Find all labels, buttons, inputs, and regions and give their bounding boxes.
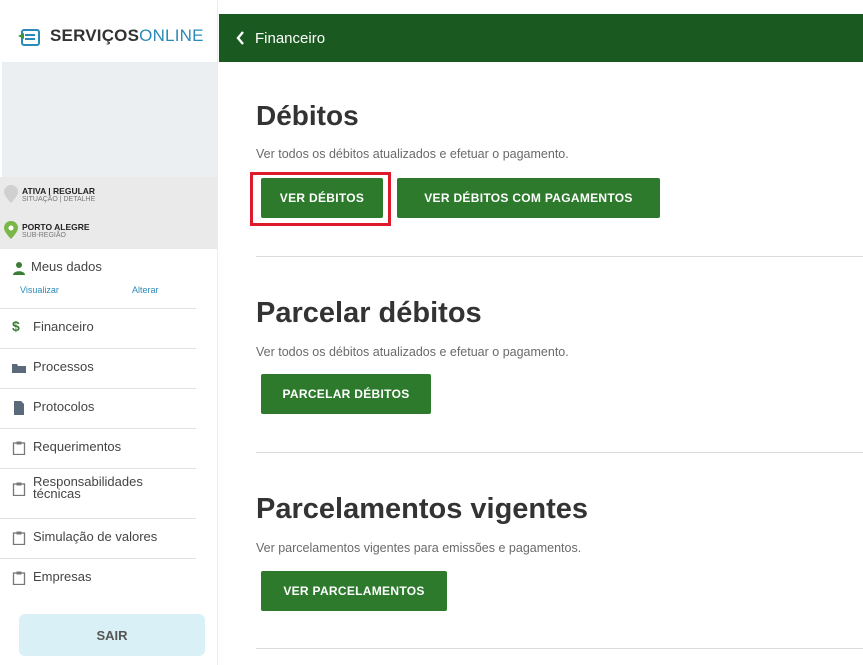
clipboard-icon [12,531,26,545]
section-title-debitos: Débitos [256,100,359,131]
status-row-regiao: PORTO ALEGRE SUB-REGIÃO [0,213,217,247]
section-desc-parcelar: Ver todos os débitos atualizados e efetu… [256,345,569,359]
section-title-parcelar: Parcelar débitos [256,297,482,329]
sidebar-item-label: Simulação de valores [33,529,158,544]
sidebar-item-label: Financeiro [33,319,94,334]
status-block: ATIVA | REGULAR SITUAÇÃO | DETALHE PORTO… [0,177,217,249]
divider [256,648,863,649]
sidebar-item-financeiro[interactable]: $ Financeiro [0,308,196,349]
clipboard-icon [12,441,26,455]
location-pin-icon [4,185,18,203]
dollar-icon: $ [12,318,20,334]
status-row-situacao: ATIVA | REGULAR SITUAÇÃO | DETALHE [0,177,217,211]
sidebar-item-empresas[interactable]: Empresas [0,558,196,598]
section-desc-parcelamentos: Ver parcelamentos vigentes para emissões… [256,541,582,555]
ver-parcelamentos-button[interactable]: VER PARCELAMENTOS [261,571,447,611]
clipboard-icon [12,571,26,585]
sidebar-item-label: Processos [33,359,94,374]
logo-icon [18,29,40,46]
highlight-box [250,172,391,226]
location-pin-icon [4,221,18,239]
sidebar-item-label: Meus dados [31,259,102,274]
sidebar-item-requerimentos[interactable]: Requerimentos [0,428,196,469]
logo-text: SERVIÇOSONLINE [50,26,204,45]
alterar-link[interactable]: Alterar [132,285,159,295]
sidebar-item-simulacao[interactable]: Simulação de valores [0,518,196,559]
parcelar-debitos-button[interactable]: PARCELAR DÉBITOS [261,374,431,414]
sidebar-item-protocolos[interactable]: Protocolos [0,388,196,429]
section-desc-debitos: Ver todos os débitos atualizados e efetu… [256,147,569,161]
logo[interactable]: SERVIÇOSONLINE [0,14,217,62]
region-sub: SUB-REGIÃO [22,232,66,239]
document-icon [14,401,24,415]
sidebar-item-label: Protocolos [33,399,95,414]
logout-button[interactable]: SAIR [19,614,205,656]
page-title: Financeiro [255,30,326,47]
sidebar-item-label: Requerimentos [33,439,122,454]
status-main: ATIVA | REGULAR [22,186,96,196]
profile-banner [2,62,217,178]
status-sub: SITUAÇÃO | DETALHE [22,196,96,203]
sidebar-item-processos[interactable]: Processos [0,348,196,389]
user-icon [13,262,25,275]
region-main: PORTO ALEGRE [22,222,90,232]
folder-icon [12,364,26,373]
visualizar-link[interactable]: Visualizar [20,285,59,295]
sidebar: SERVIÇOSONLINE ATIVA | REGULAR SITUAÇÃO … [0,0,218,665]
divider [256,256,863,257]
chevron-left-icon[interactable] [235,29,245,47]
sidebar-item-meus-dados[interactable]: Meus dados [0,252,196,309]
sidebar-item-label: Responsabilidades técnicas [33,474,143,501]
topbar: Financeiro [219,14,863,62]
ver-debitos-pagamentos-button[interactable]: VER DÉBITOS COM PAGAMENTOS [397,178,660,218]
divider [256,452,863,453]
clipboard-icon [12,482,26,496]
sidebar-item-label: Empresas [33,569,92,584]
sidebar-item-responsabilidades[interactable]: Responsabilidades técnicas [0,468,196,519]
section-title-parcelamentos: Parcelamentos vigentes [256,493,589,525]
